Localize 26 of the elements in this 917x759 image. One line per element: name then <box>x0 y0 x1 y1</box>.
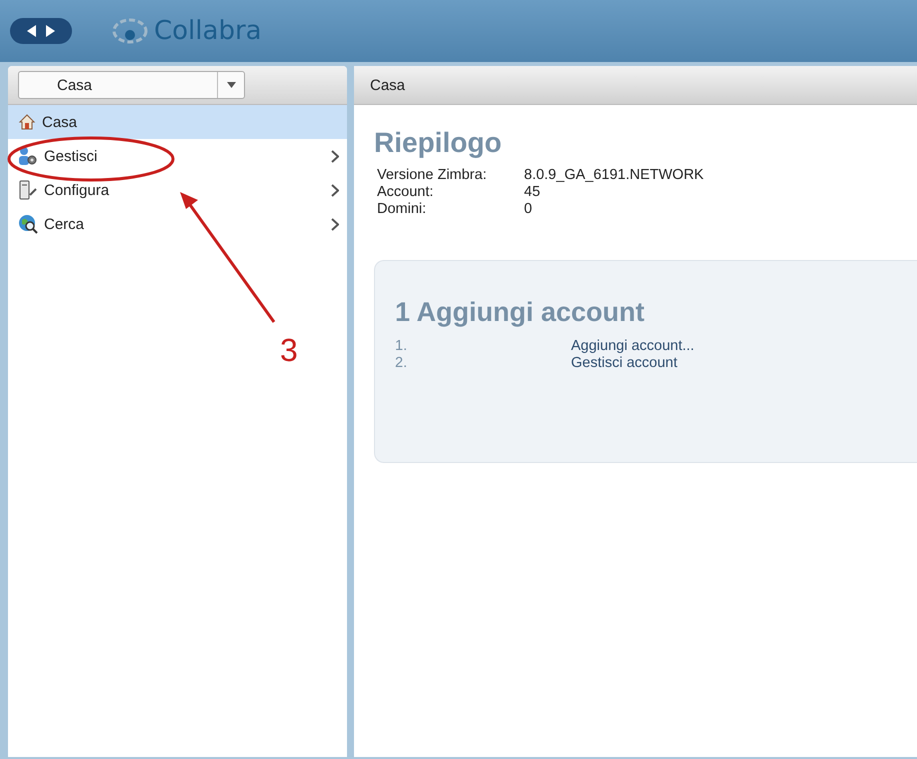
globe-search-icon <box>18 214 38 234</box>
card-heading: 1 Aggiungi account <box>395 297 646 328</box>
back-icon[interactable] <box>27 25 36 37</box>
summary-value: 45 <box>524 184 542 201</box>
summary-label: Versione Zimbra: <box>377 167 488 184</box>
home-icon <box>18 113 36 131</box>
breadcrumb-dropdown[interactable]: Casa <box>18 71 245 99</box>
server-wrench-icon <box>18 180 38 200</box>
summary-value: 0 <box>524 201 534 218</box>
summary-label: Domini: <box>377 201 428 218</box>
summary-label: Account: <box>377 184 434 201</box>
annotation-number: 3 <box>280 332 298 369</box>
step-link[interactable]: Aggiungi account... <box>571 338 917 355</box>
step-number: 1. <box>395 338 408 355</box>
page-heading: Riepilogo <box>374 127 503 159</box>
step-link[interactable]: Gestisci account <box>571 355 917 372</box>
summary-value: 8.0.9_GA_6191.NETWORK <box>524 167 705 184</box>
user-gear-icon <box>18 146 38 166</box>
navigation-arrows[interactable] <box>10 18 72 44</box>
step-number: 2. <box>395 355 408 372</box>
forward-icon[interactable] <box>46 25 55 37</box>
logo-icon <box>112 17 148 45</box>
caret-icon <box>226 82 236 88</box>
panel-title: Casa <box>370 76 406 94</box>
app-name: Collabra <box>154 16 262 46</box>
sidebar-item[interactable]: Casa <box>8 105 347 139</box>
